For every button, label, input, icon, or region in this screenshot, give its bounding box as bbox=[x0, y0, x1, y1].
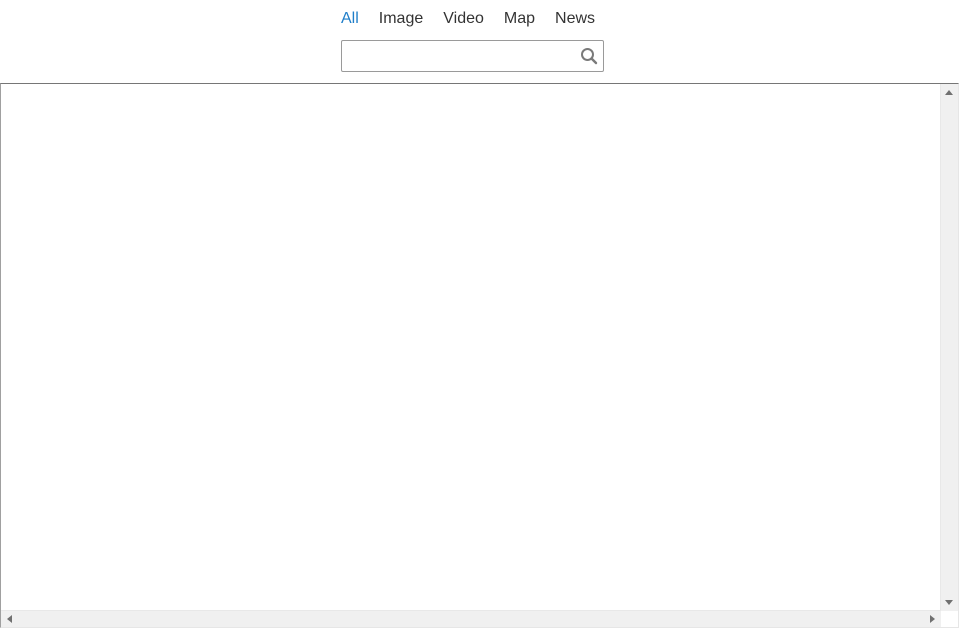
scroll-right-arrow-icon[interactable] bbox=[930, 615, 935, 623]
search-button[interactable] bbox=[575, 41, 603, 71]
horizontal-scrollbar[interactable] bbox=[1, 610, 941, 627]
vertical-scrollbar[interactable] bbox=[940, 84, 958, 611]
scrollbar-corner bbox=[941, 611, 958, 627]
scroll-left-arrow-icon[interactable] bbox=[7, 615, 12, 623]
tab-video[interactable]: Video bbox=[443, 9, 484, 29]
search-input[interactable] bbox=[342, 41, 574, 71]
scroll-up-arrow-icon[interactable] bbox=[945, 90, 953, 95]
scroll-down-arrow-icon[interactable] bbox=[945, 600, 953, 605]
tab-all[interactable]: All bbox=[341, 9, 359, 29]
search-category-tabs: All Image Video Map News bbox=[341, 8, 615, 30]
tab-map[interactable]: Map bbox=[504, 9, 535, 29]
tab-image[interactable]: Image bbox=[379, 9, 423, 29]
results-frame[interactable] bbox=[0, 83, 959, 628]
magnifier-icon bbox=[581, 48, 598, 65]
search-box bbox=[341, 40, 604, 72]
search-page: All Image Video Map News bbox=[0, 0, 959, 628]
tab-news[interactable]: News bbox=[555, 9, 595, 29]
